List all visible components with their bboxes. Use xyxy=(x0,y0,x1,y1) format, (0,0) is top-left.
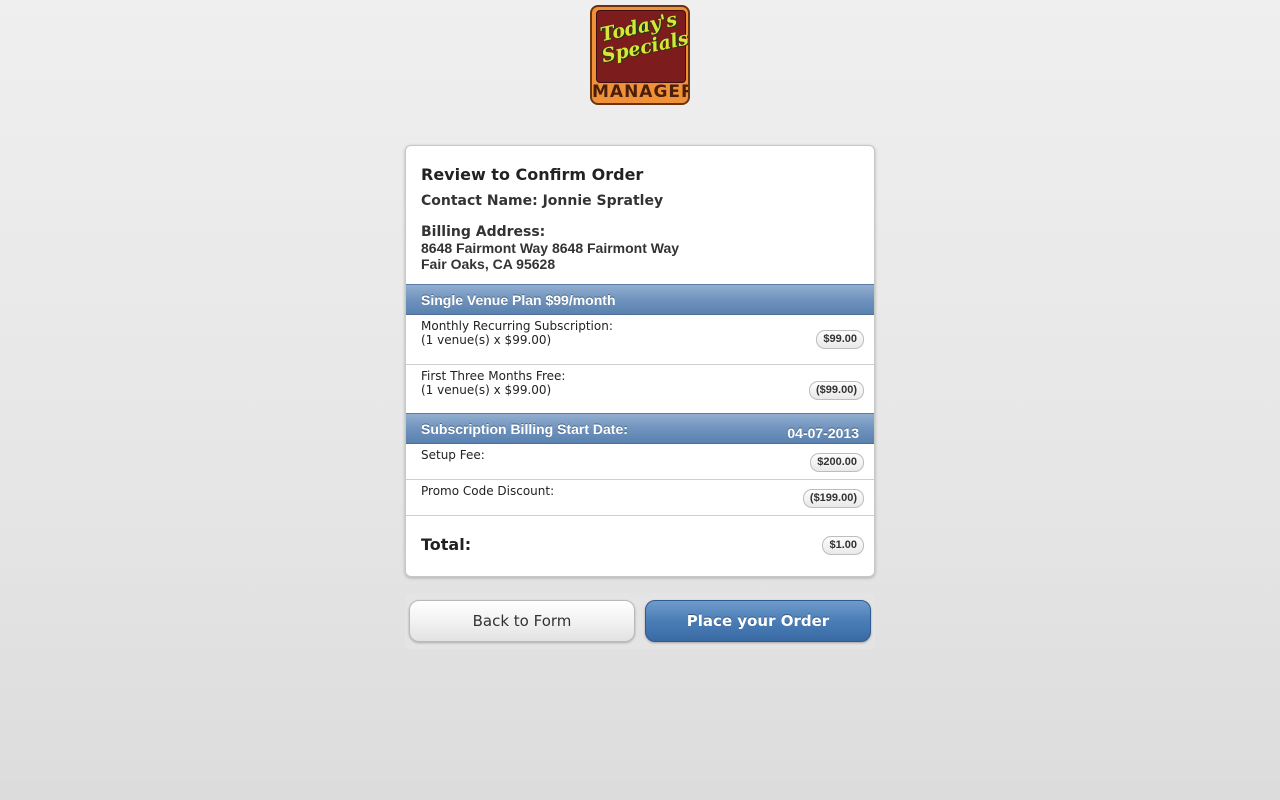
amount-badge: ($99.00) xyxy=(809,381,864,400)
billing-address-line2: Fair Oaks, CA 95628 xyxy=(421,256,556,272)
line-item-text: Monthly Recurring Subscription: (1 venue… xyxy=(421,315,859,347)
total-amount-badge: $1.00 xyxy=(822,536,864,555)
fee-label: Promo Code Discount: xyxy=(421,484,555,498)
line-item: Monthly Recurring Subscription: (1 venue… xyxy=(406,315,874,365)
page-title: Review to Confirm Order xyxy=(421,165,644,184)
contact-name: Contact Name: Jonnie Spratley xyxy=(421,193,664,209)
logo-badge: Today's Specials xyxy=(596,8,688,83)
fee-row: Promo Code Discount: ($199.00) xyxy=(406,480,874,516)
line-item-label: Monthly Recurring Subscription: xyxy=(421,319,613,333)
logo-wordmark: MANAGER xyxy=(592,82,690,102)
billing-address: Billing Address: 8648 Fairmont Way 8648 … xyxy=(421,224,859,272)
plan-header-label: Single Venue Plan $99/month xyxy=(421,292,616,308)
billing-start-label: Subscription Billing Start Date: xyxy=(421,421,628,437)
order-summary-header: Review to Confirm Order Contact Name: Jo… xyxy=(406,146,874,284)
amount-badge: ($199.00) xyxy=(802,489,864,508)
fee-row: Setup Fee: $200.00 xyxy=(406,444,874,480)
amount-badge: $200.00 xyxy=(810,453,864,472)
order-review-card: Review to Confirm Order Contact Name: Jo… xyxy=(405,145,875,577)
billing-start-header: Subscription Billing Start Date: 04-07-2… xyxy=(406,413,874,444)
action-bar: Back to Form Place your Order xyxy=(405,593,875,649)
billing-address-line1: 8648 Fairmont Way 8648 Fairmont Way xyxy=(421,240,680,256)
billing-address-label: Billing Address: xyxy=(421,224,546,240)
total-row: Total: $1.00 xyxy=(406,516,874,574)
place-order-button[interactable]: Place your Order xyxy=(645,600,871,642)
total-label: Total: xyxy=(421,535,472,554)
line-item-label: First Three Months Free: xyxy=(421,369,566,383)
amount-badge: $99.00 xyxy=(816,330,864,349)
app-logo: Today's Specials MANAGER xyxy=(590,5,690,105)
back-to-form-button[interactable]: Back to Form xyxy=(409,600,635,642)
fee-label: Setup Fee: xyxy=(421,448,485,462)
plan-header: Single Venue Plan $99/month xyxy=(406,284,874,315)
logo-script-text: Today's Specials xyxy=(596,8,688,67)
line-item: First Three Months Free: (1 venue(s) x $… xyxy=(406,365,874,413)
line-item-detail: (1 venue(s) x $99.00) xyxy=(421,333,552,347)
line-item-text: First Three Months Free: (1 venue(s) x $… xyxy=(421,365,859,397)
line-item-detail: (1 venue(s) x $99.00) xyxy=(421,383,552,397)
